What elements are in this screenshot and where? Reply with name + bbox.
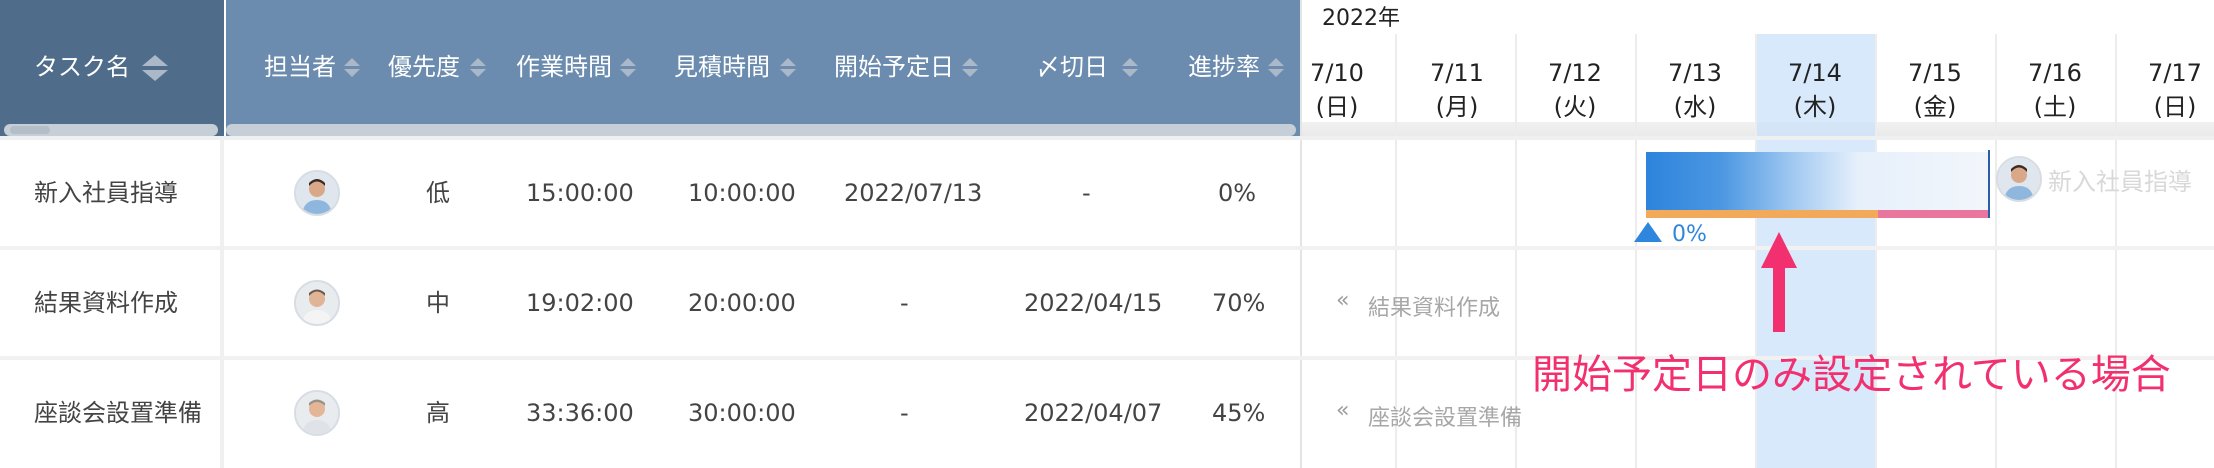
gantt-day-3: 7/13 (水) bbox=[1668, 59, 1722, 121]
header-assignee-label[interactable]: 担当者 bbox=[264, 52, 336, 82]
gantt-day-4: 7/14 (木) bbox=[1788, 59, 1842, 121]
gantt-year-label: 2022年 bbox=[1322, 6, 1400, 31]
gantt-day-7: 7/17 (日) bbox=[2148, 59, 2202, 121]
gantt-day-0: 7/10 (日) bbox=[1310, 59, 1364, 121]
gantt-day-5: 7/15 (金) bbox=[1908, 59, 1962, 121]
priority-value: 低 bbox=[426, 179, 450, 207]
worktime-value: 33:36:00 bbox=[526, 399, 634, 427]
grid-line bbox=[1635, 34, 1637, 468]
gantt-day-6: 7/16 (土) bbox=[2028, 59, 2082, 121]
annotation-text: 開始予定日のみ設定されている場合 bbox=[1532, 352, 2171, 398]
avatar bbox=[294, 280, 340, 326]
row-separator bbox=[0, 136, 2214, 140]
gantt-day-1: 7/11 (月) bbox=[1430, 59, 1484, 121]
bar-end-marker bbox=[1988, 150, 1990, 218]
start-date-value: - bbox=[900, 289, 909, 317]
start-date-value: 2022/07/13 bbox=[844, 179, 983, 207]
grid-line bbox=[1995, 34, 1997, 468]
start-date-value: - bbox=[900, 399, 909, 427]
estimate-value: 20:00:00 bbox=[688, 289, 796, 317]
row-separator bbox=[0, 246, 2214, 250]
columns-scrollbar[interactable] bbox=[226, 124, 1296, 136]
bar-progress-label: 0% bbox=[1672, 222, 1707, 247]
progress-value: 45% bbox=[1212, 399, 1266, 427]
annotation-arrow-icon bbox=[1761, 232, 1797, 332]
header-start-label[interactable]: 開始予定日 bbox=[834, 52, 954, 82]
due-date-value: - bbox=[1082, 179, 1091, 207]
worktime-value: 19:02:00 bbox=[526, 289, 634, 317]
header-priority-label[interactable]: 優先度 bbox=[388, 52, 460, 82]
due-date-value: 2022/04/15 bbox=[1024, 289, 1163, 317]
progress-handle-icon[interactable] bbox=[1634, 222, 1662, 242]
progress-value: 70% bbox=[1212, 289, 1266, 317]
due-date-value: 2022/04/07 bbox=[1024, 399, 1163, 427]
gantt-day-2: 7/12 (火) bbox=[1548, 59, 1602, 121]
avatar bbox=[294, 170, 340, 216]
priority-value: 中 bbox=[426, 289, 450, 317]
task-bar[interactable] bbox=[1646, 152, 1988, 210]
header-worktime-label[interactable]: 作業時間 bbox=[516, 52, 612, 82]
progress-value: 0% bbox=[1218, 179, 1257, 207]
task-name[interactable]: 新入社員指導 bbox=[34, 178, 178, 208]
avatar bbox=[294, 390, 340, 436]
column-divider bbox=[220, 140, 224, 468]
offscreen-task-label[interactable]: 座談会設置準備 bbox=[1368, 400, 1522, 432]
worktime-value: 15:00:00 bbox=[526, 179, 634, 207]
header-progress-label[interactable]: 進捗率 bbox=[1188, 52, 1260, 82]
task-name[interactable]: 結果資料作成 bbox=[34, 288, 178, 318]
header-due-label[interactable]: 〆切日 bbox=[1036, 52, 1108, 82]
grid-line bbox=[1875, 34, 1877, 468]
jump-back-icon[interactable]: « bbox=[1336, 288, 1349, 313]
bar-task-label: 新入社員指導 bbox=[2048, 168, 2192, 196]
bar-avatar bbox=[1996, 156, 2042, 202]
progress-bar-orange bbox=[1646, 210, 1878, 218]
header-estimate-label[interactable]: 見積時間 bbox=[674, 52, 770, 82]
progress-bar-pink bbox=[1878, 210, 1988, 218]
grid-line bbox=[2115, 34, 2117, 468]
header-task-label[interactable]: タスク名 bbox=[34, 52, 130, 82]
task-column-scrollbar[interactable] bbox=[4, 124, 218, 136]
jump-back-icon[interactable]: « bbox=[1336, 398, 1349, 423]
task-name[interactable]: 座談会設置準備 bbox=[34, 398, 202, 428]
offscreen-task-label[interactable]: 結果資料作成 bbox=[1368, 290, 1500, 322]
estimate-value: 10:00:00 bbox=[688, 179, 796, 207]
priority-value: 高 bbox=[426, 399, 450, 427]
estimate-value: 30:00:00 bbox=[688, 399, 796, 427]
